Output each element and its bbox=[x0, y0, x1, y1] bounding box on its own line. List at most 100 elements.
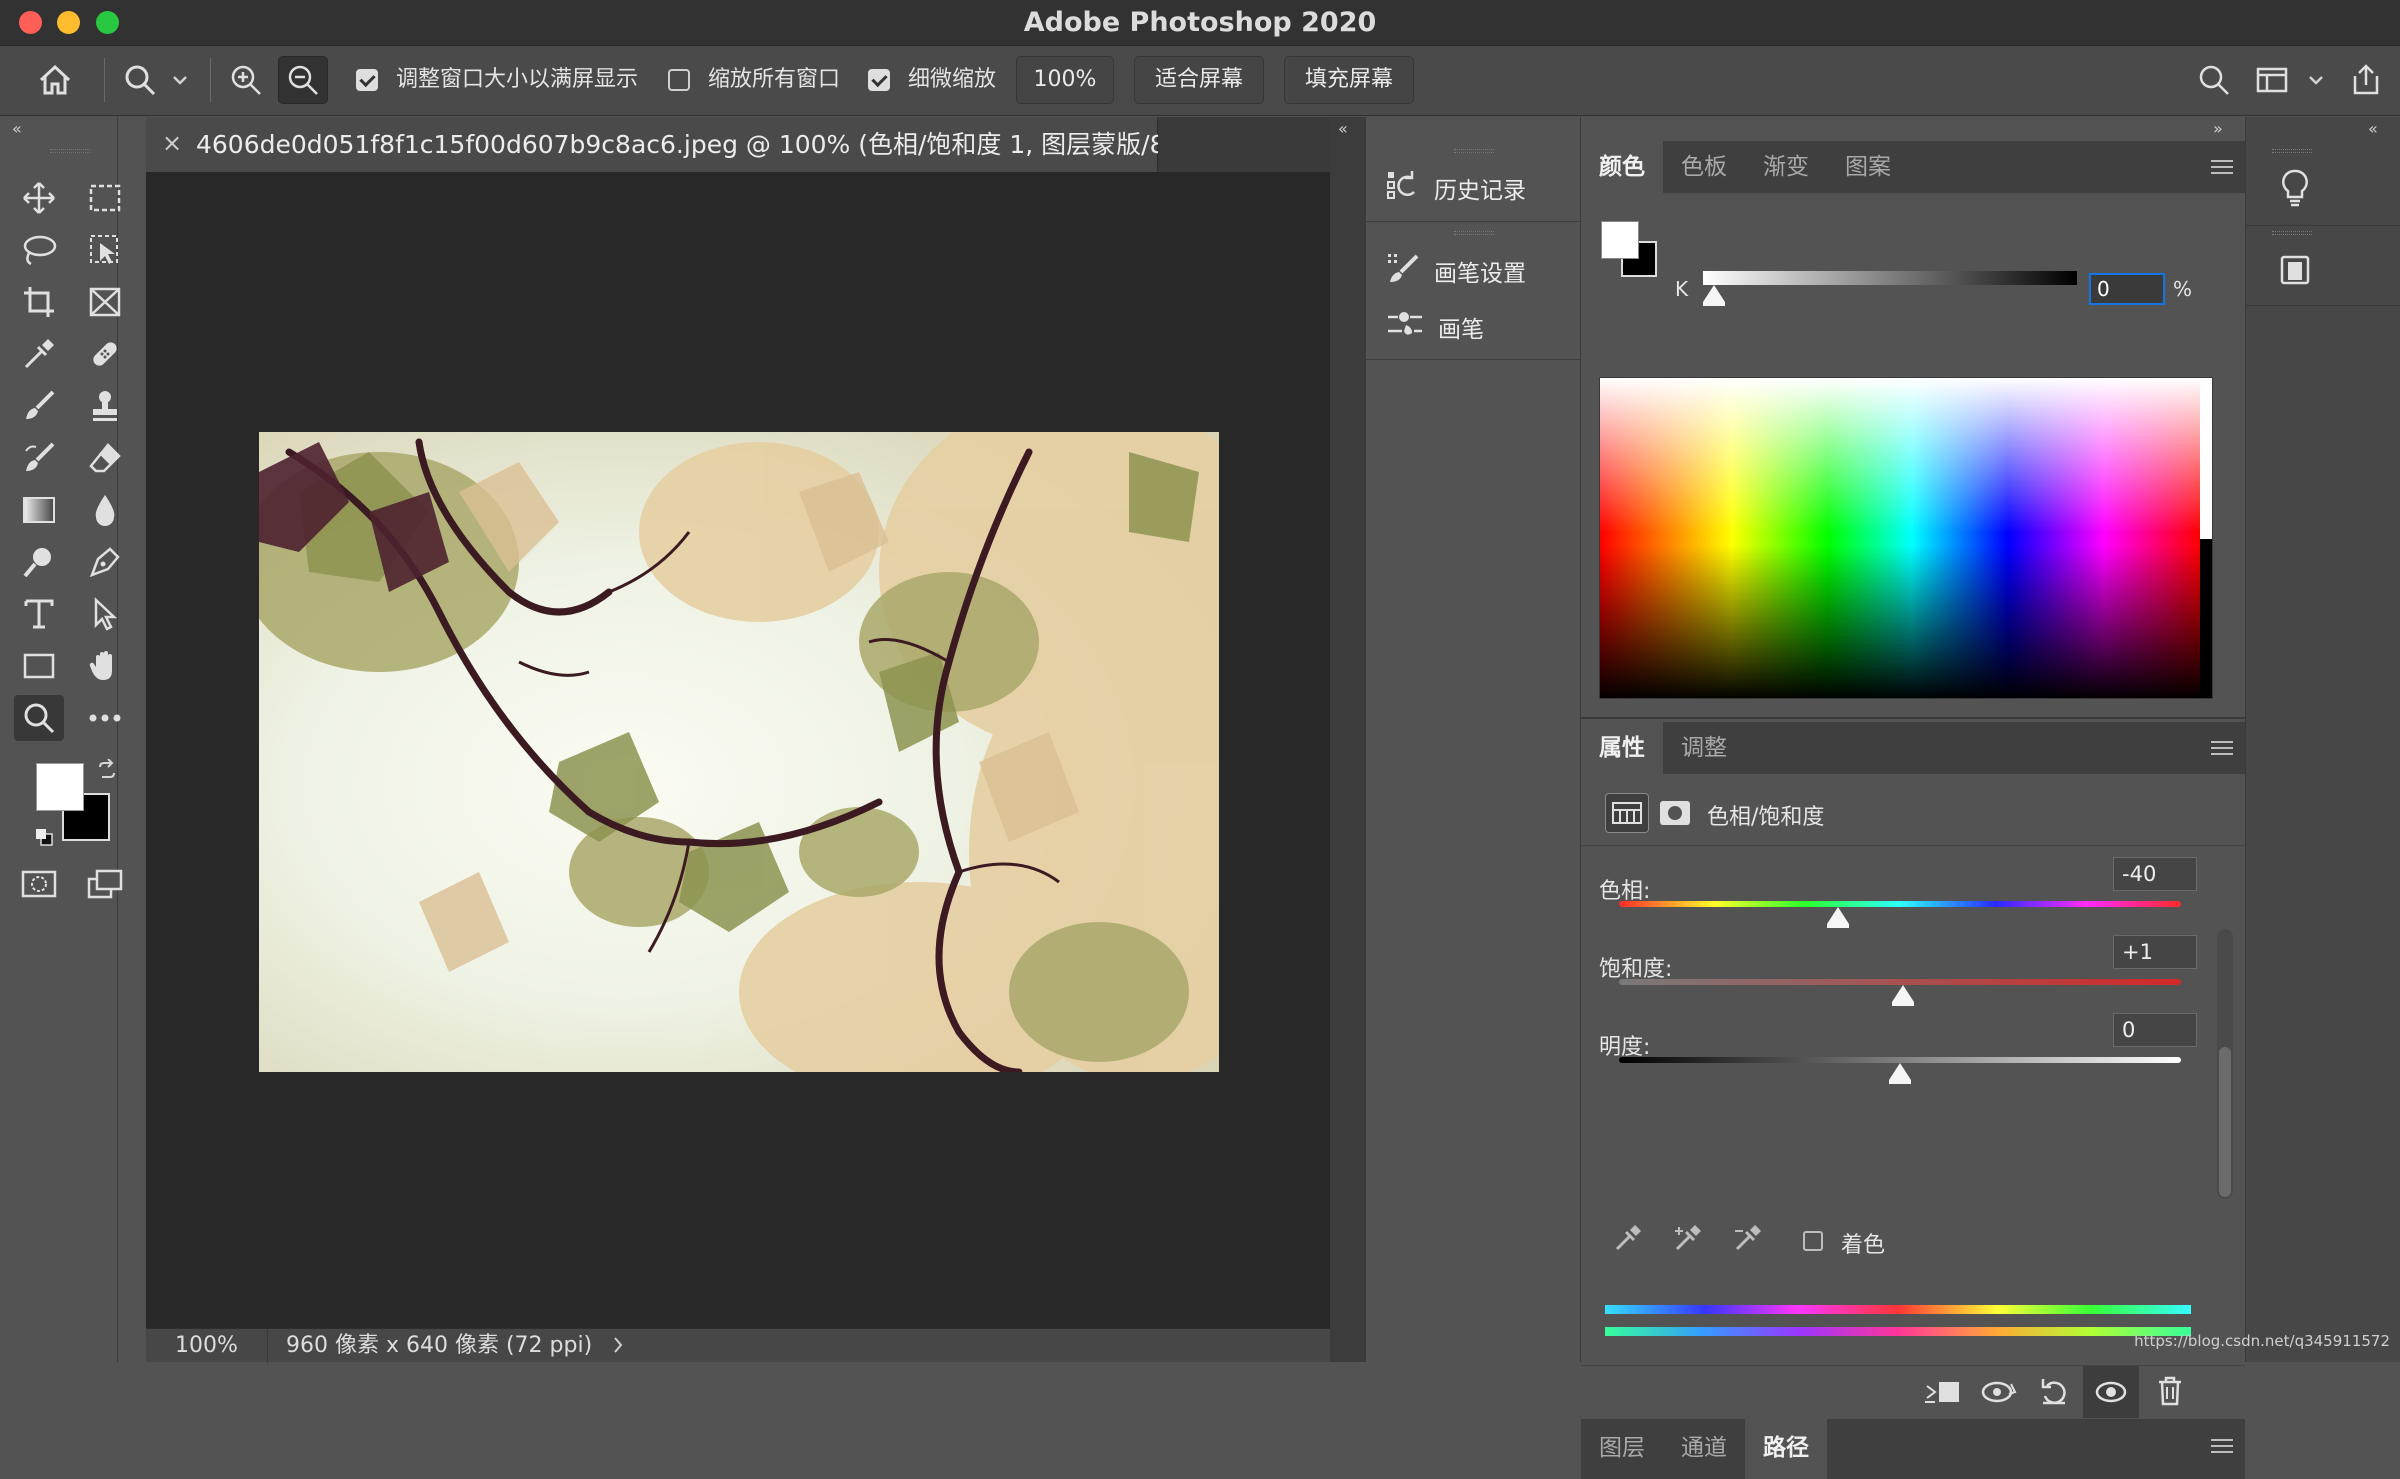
fit-screen-button[interactable]: 适合屏幕 bbox=[1134, 56, 1264, 104]
healing-brush-tool-icon[interactable] bbox=[80, 331, 130, 377]
brush-settings-icon bbox=[1386, 251, 1420, 291]
collapse-icon-dock-icon[interactable]: « bbox=[2368, 119, 2375, 138]
delete-adjustment-icon[interactable] bbox=[2157, 1376, 2183, 1410]
brush-tool-icon[interactable] bbox=[14, 383, 64, 429]
crop-tool-icon[interactable] bbox=[14, 279, 64, 325]
collapse-toolbar-icon[interactable]: « bbox=[12, 119, 19, 138]
more-tools-icon[interactable] bbox=[80, 695, 130, 741]
status-chevron-right-icon[interactable] bbox=[612, 1334, 624, 1360]
status-zoom[interactable]: 100% bbox=[146, 1329, 268, 1363]
tab-patterns[interactable]: 图案 bbox=[1827, 141, 1909, 193]
tab-color[interactable]: 颜色 bbox=[1581, 141, 1663, 193]
move-tool-icon[interactable] bbox=[14, 175, 64, 221]
close-document-icon[interactable]: × bbox=[162, 129, 182, 157]
hue-value-input[interactable]: -40 bbox=[2113, 857, 2197, 891]
dodge-tool-icon[interactable] bbox=[14, 539, 64, 585]
default-colors-icon[interactable] bbox=[34, 827, 54, 851]
tools-panel: « bbox=[0, 117, 118, 1362]
history-brush-tool-icon[interactable] bbox=[14, 435, 64, 481]
search-icon[interactable] bbox=[2194, 56, 2234, 104]
document-image[interactable] bbox=[259, 432, 1219, 1072]
blur-tool-icon[interactable] bbox=[80, 487, 130, 533]
swap-colors-icon[interactable] bbox=[96, 759, 118, 785]
fill-screen-button[interactable]: 填充屏幕 bbox=[1284, 56, 1414, 104]
workspace-chevron-down-icon[interactable] bbox=[2302, 56, 2330, 104]
lasso-tool-icon[interactable] bbox=[14, 227, 64, 273]
hue-slider-thumb[interactable] bbox=[1827, 907, 1849, 924]
lightness-value-input[interactable]: 0 bbox=[2113, 1013, 2197, 1047]
marquee-tool-icon[interactable] bbox=[80, 175, 130, 221]
k-value-input[interactable]: 0 bbox=[2089, 273, 2165, 305]
tab-gradients[interactable]: 渐变 bbox=[1745, 141, 1827, 193]
color-panel-menu-icon[interactable] bbox=[2211, 160, 2233, 174]
colorize-checkbox[interactable] bbox=[1803, 1231, 1823, 1251]
title-bar: Adobe Photoshop 2020 bbox=[0, 0, 2400, 46]
saturation-slider-thumb[interactable] bbox=[1892, 985, 1914, 1002]
view-previous-state-icon[interactable] bbox=[1981, 1378, 2017, 1410]
clip-to-layer-icon[interactable] bbox=[1923, 1378, 1961, 1410]
tab-layers[interactable]: 图层 bbox=[1581, 1419, 1663, 1479]
color-spectrum[interactable] bbox=[1599, 377, 2213, 699]
document-tab[interactable]: × 4606de0d051f8f1c15f00d607b9c8ac6.jpeg … bbox=[146, 117, 1158, 172]
history-panel-button[interactable]: 历史记录 bbox=[1366, 162, 1581, 214]
zoom-tool-icon[interactable] bbox=[14, 695, 64, 741]
eye-icon bbox=[2095, 1380, 2127, 1408]
zoom-value-field[interactable]: 100% bbox=[1016, 56, 1114, 104]
eyedropper-tool-icon[interactable] bbox=[14, 331, 64, 377]
zoom-out-icon[interactable] bbox=[278, 56, 328, 104]
rectangle-tool-icon[interactable] bbox=[14, 643, 64, 689]
saturation-value-input[interactable]: +1 bbox=[2113, 935, 2197, 969]
tab-properties[interactable]: 属性 bbox=[1581, 722, 1663, 774]
adjustment-layer-icon[interactable] bbox=[1605, 793, 1649, 833]
toggle-visibility-button[interactable] bbox=[2083, 1366, 2139, 1418]
status-document-info[interactable]: 960 像素 x 640 像素 (72 ppi) bbox=[286, 1329, 592, 1363]
tab-swatches[interactable]: 色板 bbox=[1663, 141, 1745, 193]
layers-panel-menu-icon[interactable] bbox=[2211, 1439, 2233, 1453]
toolbar-grip[interactable] bbox=[50, 149, 90, 153]
dock-grip[interactable] bbox=[1454, 149, 1494, 153]
zoom-all-windows-checkbox[interactable] bbox=[668, 69, 690, 91]
scrubby-zoom-checkbox[interactable] bbox=[868, 69, 890, 91]
home-icon[interactable] bbox=[30, 56, 80, 104]
object-selection-tool-icon[interactable] bbox=[80, 227, 130, 273]
tab-paths[interactable]: 路径 bbox=[1745, 1419, 1827, 1479]
collapse-right-dock-icon[interactable]: » bbox=[2213, 119, 2220, 138]
tab-channels[interactable]: 通道 bbox=[1663, 1419, 1745, 1479]
properties-scrollbar[interactable] bbox=[2217, 929, 2233, 1199]
quick-mask-icon[interactable] bbox=[14, 861, 64, 907]
type-tool-icon[interactable] bbox=[14, 591, 64, 637]
brushes-panel-button[interactable]: 画笔 bbox=[1366, 301, 1581, 353]
zoom-tool-preset-icon[interactable] bbox=[118, 56, 162, 104]
eyedropper-add-icon[interactable] bbox=[1673, 1223, 1703, 1257]
path-selection-tool-icon[interactable] bbox=[80, 591, 130, 637]
k-slider-track[interactable] bbox=[1703, 271, 2077, 285]
hand-tool-icon[interactable] bbox=[80, 643, 130, 689]
zoom-in-icon[interactable] bbox=[224, 56, 268, 104]
lightness-slider-thumb[interactable] bbox=[1889, 1063, 1911, 1080]
brush-settings-panel-button[interactable]: 画笔设置 bbox=[1366, 245, 1581, 297]
share-icon[interactable] bbox=[2346, 56, 2386, 104]
workspace-icon[interactable] bbox=[2252, 56, 2292, 104]
color-foreground-swatch[interactable] bbox=[1601, 221, 1639, 259]
eyedropper-sample-icon[interactable] bbox=[1613, 1223, 1643, 1257]
gradient-tool-icon[interactable] bbox=[14, 487, 64, 533]
learn-lightbulb-icon[interactable] bbox=[2270, 163, 2320, 213]
tab-adjustments[interactable]: 调整 bbox=[1663, 722, 1745, 774]
eraser-tool-icon[interactable] bbox=[80, 435, 130, 481]
chevron-down-icon[interactable] bbox=[166, 56, 194, 104]
eyedropper-subtract-icon[interactable] bbox=[1733, 1223, 1763, 1257]
collapsed-panel-dock: 历史记录 画笔设置 画笔 bbox=[1366, 117, 1581, 1362]
screen-mode-icon[interactable] bbox=[80, 861, 130, 907]
collapse-panels-icon[interactable]: « bbox=[1338, 119, 1345, 138]
pen-tool-icon[interactable] bbox=[80, 539, 130, 585]
reset-adjustment-icon[interactable] bbox=[2039, 1376, 2069, 1410]
hue-slider-track[interactable] bbox=[1619, 901, 2181, 907]
layer-mask-icon[interactable] bbox=[1657, 797, 1693, 829]
properties-panel-menu-icon[interactable] bbox=[2211, 741, 2233, 755]
resize-windows-checkbox[interactable] bbox=[356, 69, 378, 91]
frame-tool-icon[interactable] bbox=[80, 279, 130, 325]
zoom-all-windows-label: 缩放所有窗口 bbox=[708, 56, 840, 104]
k-slider-thumb[interactable] bbox=[1703, 285, 1725, 302]
libraries-icon[interactable] bbox=[2270, 245, 2320, 295]
clone-stamp-tool-icon[interactable] bbox=[80, 383, 130, 429]
